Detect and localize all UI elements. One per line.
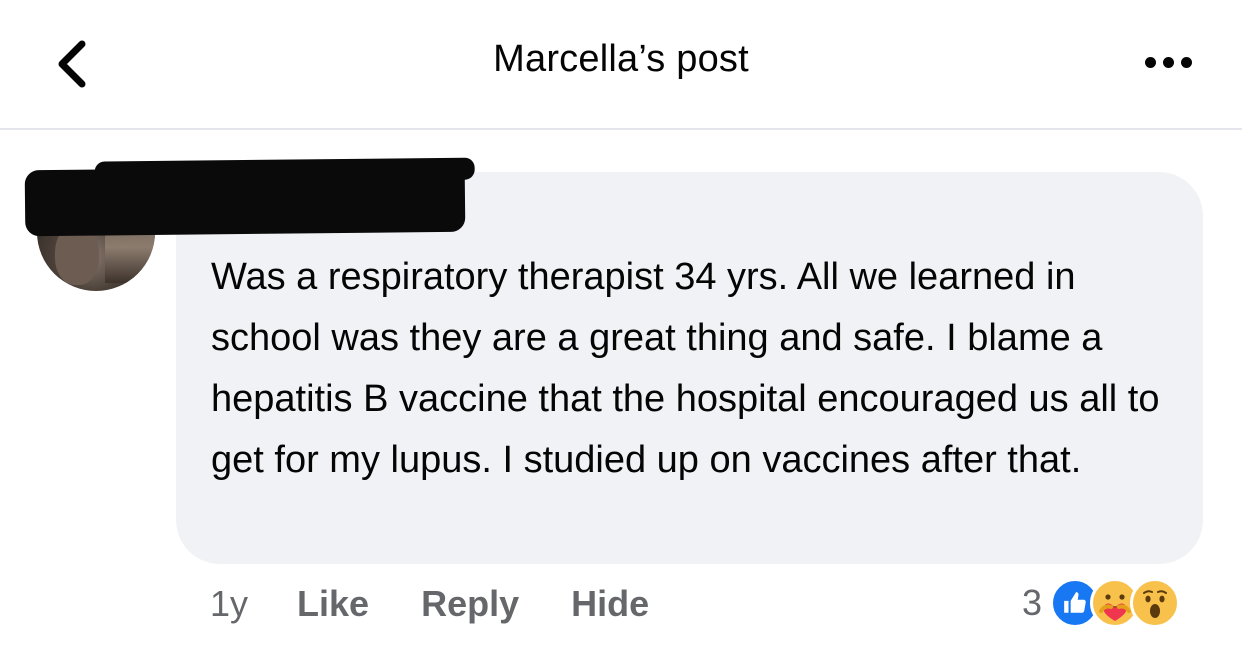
comment-age: 1y — [210, 583, 249, 624]
comment-text: Was a respiratory therapist 34 yrs. All … — [211, 256, 1160, 481]
like-button[interactable]: Like — [297, 583, 369, 625]
more-options-button[interactable] — [1130, 42, 1206, 82]
redacted-author-name — [24, 165, 466, 237]
reaction-count: 3 — [1022, 582, 1043, 623]
more-dots-icon — [1144, 56, 1156, 68]
page-title: Marcella’s post — [493, 38, 749, 80]
hide-button[interactable]: Hide — [571, 583, 649, 625]
top-bar: Marcella’s post — [0, 0, 1242, 130]
wow-reaction-icon — [1130, 578, 1181, 628]
comment-actions: 1y Like Reply Hide — [210, 578, 649, 630]
reactions-summary[interactable]: 3 — [1022, 578, 1181, 628]
reply-button[interactable]: Reply — [421, 583, 519, 625]
